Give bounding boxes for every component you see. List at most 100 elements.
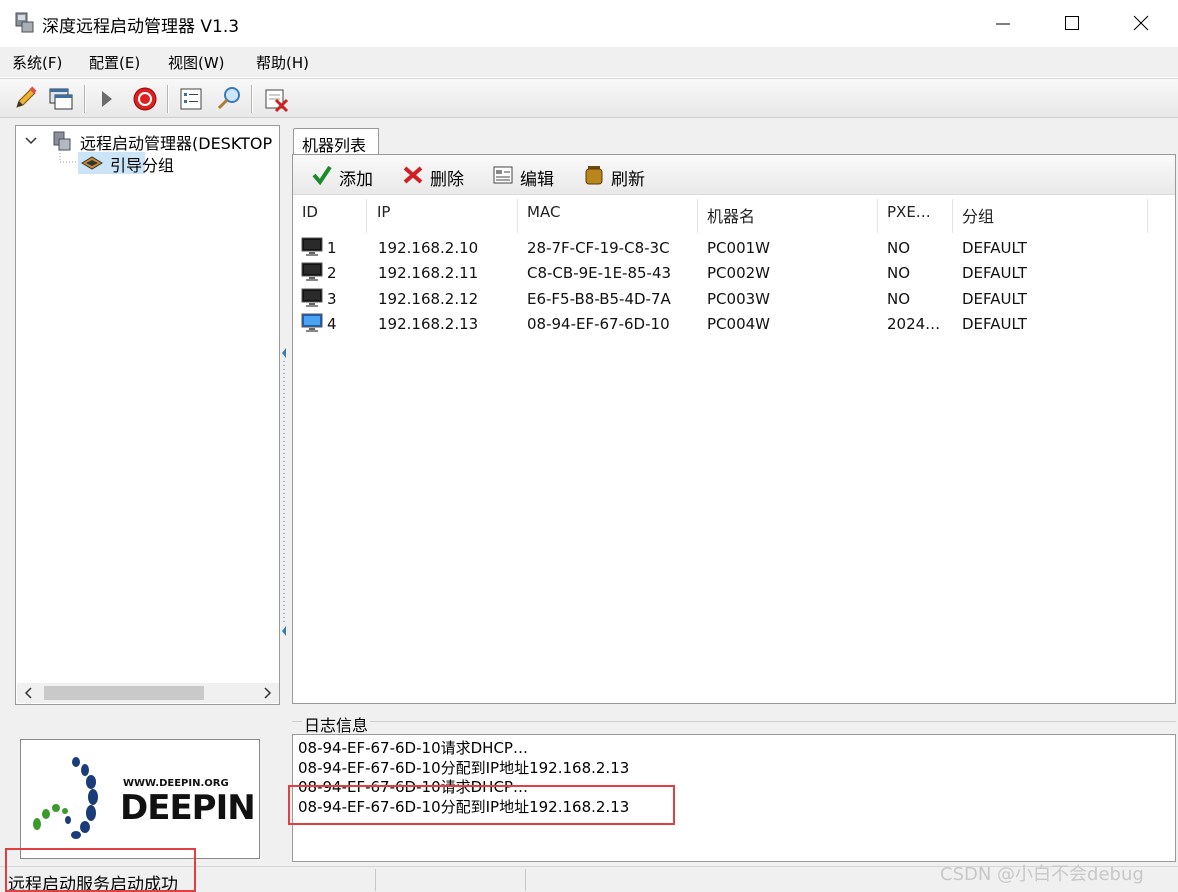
column-divider	[1147, 199, 1148, 233]
scroll-left-icon[interactable]	[21, 683, 35, 703]
cell-name: PC004W	[707, 315, 770, 333]
log-line: 08-94-EF-67-6D-10分配到IP地址192.168.2.13	[298, 759, 630, 777]
menu-help[interactable]: 帮助(H)	[256, 52, 309, 73]
machine-list-panel: 添加 删除 编辑 刷新 ID IP MAC 机器名 PXE… 分组 1 192.…	[292, 154, 1176, 704]
cell-group: DEFAULT	[962, 239, 1027, 257]
delete-button[interactable]: 删除	[402, 164, 472, 190]
cell-ip: 192.168.2.13	[378, 315, 479, 333]
scroll-thumb[interactable]	[44, 686, 204, 700]
main-area: 远程启动管理器(DESKTOP 引导分组 机器列表 添加 删除 编辑 刷新 ID…	[0, 118, 1178, 866]
list-toolbar: 添加 删除 编辑 刷新	[293, 155, 1175, 195]
red-x-icon	[403, 166, 423, 184]
monitor-off-icon	[301, 288, 323, 307]
scroll-right-icon[interactable]	[261, 683, 275, 703]
cell-mac: 08-94-EF-67-6D-10	[527, 315, 670, 333]
refresh-button[interactable]: 刷新	[583, 164, 653, 190]
monitor-off-icon	[301, 262, 323, 281]
edit-form-icon	[493, 166, 513, 184]
edit-button[interactable]: 编辑	[492, 164, 562, 190]
maximize-icon	[1065, 16, 1079, 30]
tree-child-node[interactable]: 引导分组	[78, 152, 174, 175]
log-line: 08-94-EF-67-6D-10请求DHCP…	[298, 739, 528, 757]
watermark: CSDN @小白不会debug	[940, 864, 1144, 885]
main-toolbar	[0, 78, 1178, 118]
cell-pxe: NO	[887, 239, 911, 257]
delete-label: 删除	[430, 170, 464, 190]
status-separator	[375, 869, 376, 891]
cell-group: DEFAULT	[962, 264, 1027, 282]
menu-bar: 系统(F) 配置(E) 视图(W) 帮助(H)	[0, 47, 1178, 77]
table-row[interactable]: 3 192.168.2.12 E6-F5-B8-B5-4D-7A PC003W …	[293, 286, 1173, 312]
column-divider	[697, 199, 698, 233]
properties-icon[interactable]	[177, 85, 205, 113]
cell-mac: C8-CB-9E-1E-85-43	[527, 264, 672, 282]
app-icon	[15, 12, 34, 33]
tab-label: 机器列表	[302, 136, 367, 155]
cell-pxe: NO	[887, 290, 911, 308]
cell-name: PC003W	[707, 290, 770, 308]
splitter-handle[interactable]	[280, 125, 290, 705]
search-icon[interactable]	[215, 85, 243, 113]
monitor-on-icon	[301, 313, 323, 332]
tree-root-label: 远程启动管理器(DESKTOP	[80, 134, 273, 153]
maximize-button[interactable]	[1037, 0, 1107, 47]
delete-icon[interactable]	[262, 85, 290, 113]
menu-system[interactable]: 系统(F)	[12, 52, 62, 73]
table-row[interactable]: 4 192.168.2.13 08-94-EF-67-6D-10 PC004W …	[293, 311, 1173, 337]
horizontal-scrollbar[interactable]	[17, 683, 279, 703]
column-header-name[interactable]: 机器名	[707, 203, 755, 227]
window-title: 深度远程启动管理器 V1.3	[42, 17, 240, 37]
cell-id: 4	[327, 315, 337, 333]
server-icon	[53, 131, 71, 151]
refresh-jar-icon	[585, 166, 603, 185]
highlight-box	[288, 785, 675, 825]
toolbar-separator	[84, 85, 86, 113]
cell-mac: 28-7F-CF-19-C8-3C	[527, 239, 670, 257]
cell-ip: 192.168.2.11	[378, 264, 479, 282]
column-divider	[366, 199, 367, 233]
cell-ip: 192.168.2.12	[378, 290, 479, 308]
play-icon[interactable]	[93, 85, 121, 113]
stop-icon[interactable]	[131, 85, 159, 113]
deepin-logo: WWW.DEEPIN.ORG DEEPIN	[20, 739, 260, 859]
tree-child-label: 引导分组	[110, 156, 175, 175]
menu-config[interactable]: 配置(E)	[89, 52, 140, 73]
log-title: 日志信息	[302, 712, 371, 736]
table-row[interactable]: 2 192.168.2.11 C8-CB-9E-1E-85-43 PC002W …	[293, 260, 1173, 286]
column-header-ip[interactable]: IP	[377, 203, 390, 221]
log-frame-line	[292, 721, 1176, 722]
pencil-icon[interactable]	[12, 85, 40, 113]
minimize-icon	[996, 23, 1010, 25]
menu-view[interactable]: 视图(W)	[168, 52, 225, 73]
cell-id: 1	[327, 239, 337, 257]
checkmark-icon	[312, 165, 332, 186]
toolbar-separator	[251, 85, 253, 113]
minimize-button[interactable]	[968, 0, 1038, 47]
chevron-down-icon[interactable]	[24, 130, 38, 152]
column-divider	[517, 199, 518, 233]
close-button[interactable]	[1106, 0, 1176, 47]
cell-pxe: 2024…	[887, 315, 941, 333]
cell-ip: 192.168.2.10	[378, 239, 479, 257]
tree-view[interactable]: 远程启动管理器(DESKTOP 引导分组	[15, 125, 280, 705]
edit-label: 编辑	[520, 170, 554, 190]
highlight-box	[5, 848, 196, 892]
cell-id: 2	[327, 264, 337, 282]
cell-group: DEFAULT	[962, 315, 1027, 333]
cell-pxe: NO	[887, 264, 911, 282]
close-icon	[1133, 15, 1149, 31]
column-header-group[interactable]: 分组	[962, 203, 994, 227]
logo-brand: DEEPIN	[120, 788, 256, 828]
toolbar-separator	[167, 85, 169, 113]
window-icon[interactable]	[47, 85, 75, 113]
column-header-mac[interactable]: MAC	[527, 203, 560, 221]
status-separator	[525, 869, 526, 891]
cell-mac: E6-F5-B8-B5-4D-7A	[527, 290, 671, 308]
column-header-id[interactable]: ID	[302, 203, 318, 221]
cell-group: DEFAULT	[962, 290, 1027, 308]
tab-machine-list[interactable]: 机器列表	[293, 128, 379, 155]
cell-name: PC002W	[707, 264, 770, 282]
add-button[interactable]: 添加	[311, 164, 381, 190]
column-header-pxe[interactable]: PXE…	[887, 203, 931, 221]
table-row[interactable]: 1 192.168.2.10 28-7F-CF-19-C8-3C PC001W …	[293, 235, 1173, 261]
